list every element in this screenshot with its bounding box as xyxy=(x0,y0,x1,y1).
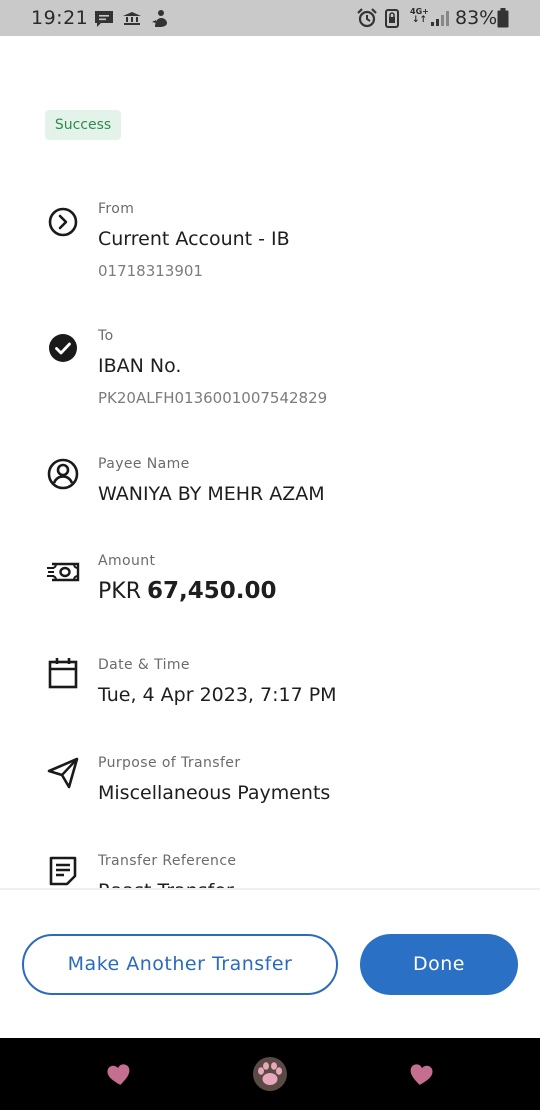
heart-icon[interactable] xyxy=(106,1063,132,1087)
send-icon xyxy=(47,757,79,789)
status-bar: 19:21 4G+ ↓↑ 83% xyxy=(0,0,540,36)
to-label: To xyxy=(98,328,114,344)
amount-number: 67,450.00 xyxy=(147,578,277,604)
footer-actions: Make Another Transfer Done xyxy=(0,890,540,1038)
from-label: From xyxy=(98,201,135,217)
battery-icon xyxy=(497,8,509,28)
reference-value: Raast Transfer xyxy=(98,880,234,888)
from-account-number: 01718313901 xyxy=(98,262,203,280)
chevron-right-circle-icon xyxy=(48,207,78,237)
lock-icon xyxy=(385,9,399,28)
alarm-icon xyxy=(357,8,377,28)
done-button[interactable]: Done xyxy=(360,934,518,995)
payee-label: Payee Name xyxy=(98,456,190,472)
payee-value: WANIYA BY MEHR AZAM xyxy=(98,483,325,505)
network-type: 4G+ ↓↑ xyxy=(410,7,429,25)
purpose-value: Miscellaneous Payments xyxy=(98,782,331,804)
reference-label: Transfer Reference xyxy=(98,853,237,869)
datetime-value: Tue, 4 Apr 2023, 7:17 PM xyxy=(98,684,337,706)
document-icon xyxy=(49,856,77,886)
check-circle-icon xyxy=(49,334,77,362)
amount-value: PKR 67,450.00 xyxy=(98,578,277,604)
datetime-label: Date & Time xyxy=(98,657,190,673)
calendar-icon xyxy=(48,658,78,689)
amount-label: Amount xyxy=(98,553,156,569)
heart-icon[interactable] xyxy=(408,1063,434,1087)
status-time: 19:21 xyxy=(31,7,89,29)
make-another-transfer-button[interactable]: Make Another Transfer xyxy=(22,934,338,995)
bank-icon xyxy=(123,12,141,25)
transfer-receipt[interactable]: Success From Current Account - IB 017183… xyxy=(0,36,540,888)
signal-icon xyxy=(431,11,449,26)
purpose-label: Purpose of Transfer xyxy=(98,755,241,771)
navigation-bar xyxy=(0,1038,540,1110)
battery-percent: 83% xyxy=(455,7,498,29)
amount-currency: PKR xyxy=(98,579,141,604)
paw-icon[interactable] xyxy=(252,1056,288,1092)
from-value: Current Account - IB xyxy=(98,228,290,250)
status-badge: Success xyxy=(45,110,121,140)
to-value: IBAN No. xyxy=(98,355,182,377)
app-notification-icon xyxy=(152,10,167,27)
money-icon xyxy=(47,562,80,582)
to-iban: PK20ALFH0136001007542829 xyxy=(98,389,328,407)
user-circle-icon xyxy=(47,458,79,490)
message-icon xyxy=(95,11,113,27)
